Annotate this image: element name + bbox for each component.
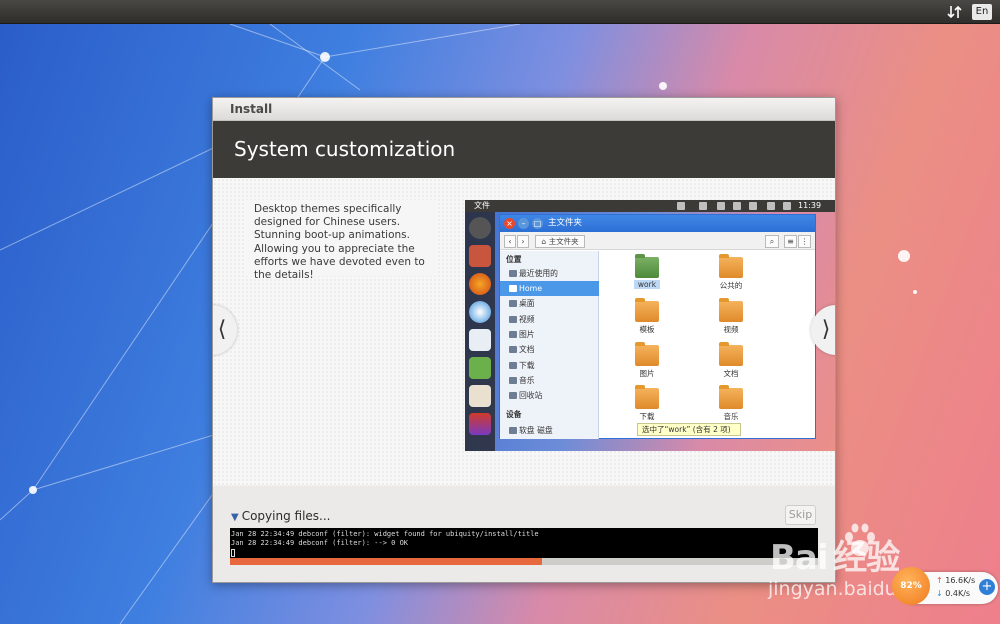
log-line: Jan 28 22:34:49 debconf (filter): --> 0 … (231, 539, 409, 547)
speed-ball: 82% (892, 567, 930, 605)
previous-slide-button[interactable]: ⟨ (213, 305, 237, 355)
devices-header: 设备 (506, 410, 522, 419)
install-log: Jan 28 22:34:49 debconf (filter): widget… (230, 528, 818, 558)
top-panel: En (0, 0, 1000, 24)
sidebar-item-pictures: 图片 (500, 327, 599, 342)
picture-icon (509, 331, 517, 338)
page-title: System customization (213, 121, 835, 178)
folder-documents: 文档 (710, 342, 752, 387)
tray-icon (767, 202, 775, 210)
spreadsheet-app-icon (469, 357, 491, 379)
file-manager-titlebar: × – □ 主文件夹 (500, 215, 815, 232)
folder-public: 公共的 (710, 254, 752, 299)
forward-icon: › (517, 235, 529, 248)
folder-icon (719, 342, 743, 366)
presentation-app-icon (469, 385, 491, 407)
desktop-icon (509, 300, 517, 307)
progress-label: Copying files... (241, 509, 331, 523)
document-app-icon (469, 329, 491, 351)
slide-description: Desktop themes specifically designed for… (245, 200, 437, 281)
search-icon: ⌕ (765, 235, 779, 248)
sidebar-item-home: Home (500, 281, 599, 296)
dash-icon (469, 217, 491, 239)
slideshow: Desktop themes specifically designed for… (213, 178, 835, 485)
network-icon[interactable] (946, 3, 964, 21)
maximize-icon: □ (532, 218, 543, 229)
tray-icon (677, 202, 685, 210)
plus-icon[interactable]: + (979, 579, 995, 595)
progress-toggle[interactable]: ▼ Copying files... (231, 509, 330, 523)
home-icon (509, 285, 517, 292)
keyboard-language-indicator[interactable]: En (972, 4, 992, 20)
download-arrow-icon: ↓ (936, 589, 943, 598)
folder-icon (635, 298, 659, 322)
back-icon: ‹ (504, 235, 516, 248)
progress-section: ▼ Copying files... Skip Jan 28 22:34:49 d… (213, 486, 835, 582)
screenshot-clock: 11:39 (798, 201, 822, 210)
grid-view-icon: ⋮ (798, 235, 811, 248)
disk-icon (509, 427, 517, 434)
folder-icon (635, 254, 659, 278)
folder-icon (719, 298, 743, 322)
progress-fill (230, 558, 542, 565)
location-button: ⌂ 主文件夹 (535, 235, 585, 248)
installer-window: Install System customization Desktop the… (212, 97, 836, 583)
file-manager-status: 选中了“work” (含有 2 项) (637, 423, 741, 436)
sidebar-item-desktop: 桌面 (500, 296, 599, 311)
browser-icon (469, 301, 491, 323)
document-icon (509, 346, 517, 353)
sidebar-item-recent: 最近使用的 (500, 266, 599, 281)
sidebar-item-downloads: 下载 (500, 358, 599, 373)
log-line: Jan 28 22:34:49 debconf (filter): widget… (231, 530, 539, 538)
download-icon (509, 362, 517, 369)
screenshot-top-panel: 文件 11:39 (465, 200, 835, 212)
tray-icon (749, 202, 757, 210)
tray-icon (733, 202, 741, 210)
window-title: Install (213, 98, 835, 121)
firefox-icon (469, 273, 491, 295)
tray-icon (699, 202, 707, 210)
screenshot-launcher (465, 212, 495, 451)
screenshot-file-menu: 文件 (474, 201, 490, 210)
clock-icon (509, 270, 517, 277)
tray-icon (717, 202, 725, 210)
file-manager-window: × – □ 主文件夹 ‹ › ⌂ 主文件夹 ⌕ ≡ ⋮ 位置 最近使用的 Hom… (499, 214, 816, 439)
sidebar-item-disk: 软盘 磁盘 (500, 423, 599, 438)
folder-icon (635, 342, 659, 366)
software-center-icon (469, 413, 491, 435)
upload-speed: ↑ 16.6K/s (936, 576, 976, 585)
terminal-cursor (231, 549, 235, 557)
places-header: 位置 (506, 255, 522, 264)
file-manager-toolbar: ‹ › ⌂ 主文件夹 ⌕ ≡ ⋮ (500, 232, 815, 250)
folder-videos: 视频 (710, 298, 752, 343)
download-speed: ↓ 0.4K/s (936, 589, 971, 598)
minimize-icon: – (518, 218, 529, 229)
folder-icon (719, 385, 743, 409)
sidebar-item-documents: 文档 (500, 342, 599, 357)
expand-triangle-icon: ▼ (231, 512, 239, 523)
list-view-icon: ≡ (784, 235, 797, 248)
folder-pictures: 图片 (626, 342, 668, 387)
upload-arrow-icon: ↑ (936, 576, 943, 585)
file-manager-content: work 公共的 模板 视频 图片 文档 下载 音乐 (600, 251, 815, 439)
install-progress-bar (230, 558, 818, 565)
slide-screenshot: 文件 11:39 × – □ 主文件夹 ‹ › ⌂ 主文件夹 ⌕ ≡ ⋮ 位置 … (465, 200, 835, 451)
volume-icon (783, 202, 791, 210)
close-icon: × (504, 218, 515, 229)
files-app-icon (469, 245, 491, 267)
folder-work: work (626, 254, 668, 299)
music-icon (509, 377, 517, 384)
video-icon (509, 316, 517, 323)
folder-icon (719, 254, 743, 278)
sidebar-item-trash: 回收站 (500, 388, 599, 403)
folder-icon (635, 385, 659, 409)
file-manager-title: 主文件夹 (548, 218, 583, 228)
file-manager-sidebar: 位置 最近使用的 Home 桌面 视频 图片 文档 下载 音乐 回收站 设备 软… (500, 251, 599, 439)
folder-templates: 模板 (626, 298, 668, 343)
sidebar-item-music: 音乐 (500, 373, 599, 388)
network-speed-widget[interactable]: 82% ↑ 16.6K/s ↓ 0.4K/s + (892, 567, 998, 605)
sidebar-item-videos: 视频 (500, 312, 599, 327)
trash-icon (509, 392, 517, 399)
baidu-paw-icon (845, 523, 875, 556)
